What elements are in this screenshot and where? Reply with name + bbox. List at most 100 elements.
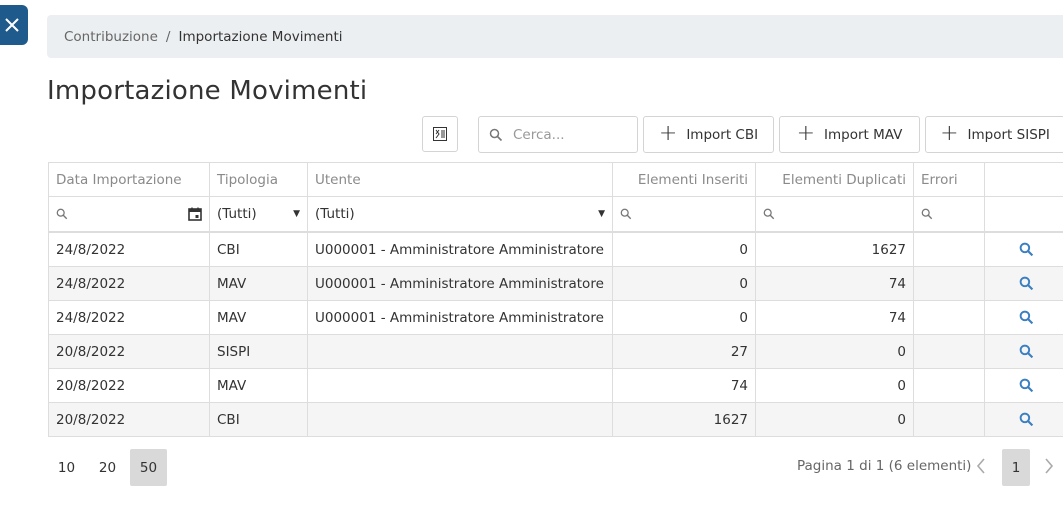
cell-errori (914, 403, 985, 436)
column-header-actions (985, 163, 1063, 196)
breadcrumb: Contribuzione / Importazione Movimenti (47, 15, 1063, 58)
column-header-errori[interactable]: Errori (914, 163, 985, 196)
pager-info: Pagina 1 di 1 (6 elementi) (797, 458, 972, 474)
column-header-tipologia[interactable]: Tipologia (210, 163, 308, 196)
row-detail-button[interactable] (985, 301, 1063, 334)
page-number-current[interactable]: 1 (1002, 449, 1030, 486)
prev-page-button[interactable] (973, 455, 989, 477)
chevron-left-icon (976, 458, 985, 474)
breadcrumb-parent[interactable]: Contribuzione (64, 29, 158, 45)
filter-utente-select[interactable]: (Tutti) ▼ (308, 197, 613, 231)
search-icon (1019, 242, 1034, 257)
row-detail-button[interactable] (985, 267, 1063, 300)
cell-duplicati: 0 (756, 369, 914, 402)
breadcrumb-current: Importazione Movimenti (178, 28, 343, 45)
filter-data[interactable] (49, 197, 210, 231)
cell-inseriti: 0 (613, 267, 756, 300)
cell-tipologia: SISPI (210, 335, 308, 368)
cell-data: 20/8/2022 (49, 335, 210, 368)
search-icon (620, 208, 632, 220)
cell-duplicati: 74 (756, 301, 914, 334)
filter-duplicati[interactable] (756, 197, 914, 231)
cell-errori (914, 335, 985, 368)
filter-errori[interactable] (914, 197, 985, 231)
import-sispi-label: Import SISPI (967, 126, 1050, 143)
cell-errori (914, 369, 985, 402)
plus-icon: + (658, 120, 678, 146)
filter-tipologia-value: (Tutti) (217, 206, 257, 222)
table-row[interactable]: 20/8/2022 MAV 74 0 (49, 369, 1063, 403)
column-header-inseriti[interactable]: Elementi Inseriti (613, 163, 756, 196)
cell-tipologia: CBI (210, 233, 308, 266)
cell-inseriti: 0 (613, 301, 756, 334)
cell-utente (308, 335, 613, 368)
cell-utente: U000001 - Amministratore Amministratore (308, 233, 613, 266)
cell-data: 24/8/2022 (49, 301, 210, 334)
search-icon (1019, 378, 1034, 393)
cell-data: 20/8/2022 (49, 403, 210, 436)
cell-utente (308, 369, 613, 402)
cell-tipologia: MAV (210, 301, 308, 334)
page-title: Importazione Movimenti (47, 76, 368, 106)
column-header-duplicati[interactable]: Elementi Duplicati (756, 163, 914, 196)
cell-errori (914, 233, 985, 266)
next-page-button[interactable] (1041, 455, 1057, 477)
page-size-20[interactable]: 20 (89, 449, 126, 486)
calendar-icon[interactable] (188, 207, 202, 221)
table-row[interactable]: 24/8/2022 CBI U000001 - Amministratore A… (49, 233, 1063, 267)
import-sispi-button[interactable]: + Import SISPI (925, 116, 1063, 153)
search-icon (56, 208, 68, 220)
import-cbi-button[interactable]: + Import CBI (643, 116, 774, 153)
cell-data: 24/8/2022 (49, 267, 210, 300)
filter-tipologia-select[interactable]: (Tutti) ▼ (210, 197, 308, 231)
chevron-right-icon (1045, 458, 1054, 474)
row-detail-button[interactable] (985, 403, 1063, 436)
imports-grid: Data Importazione Tipologia Utente Eleme… (48, 162, 1063, 437)
breadcrumb-separator: / (165, 28, 171, 45)
cell-errori (914, 301, 985, 334)
import-cbi-label: Import CBI (686, 126, 759, 143)
search-icon (489, 128, 503, 141)
cell-utente (308, 403, 613, 436)
column-header-data[interactable]: Data Importazione (49, 163, 210, 196)
cell-utente: U000001 - Amministratore Amministratore (308, 267, 613, 300)
row-detail-button[interactable] (985, 335, 1063, 368)
page-size-10[interactable]: 10 (48, 449, 85, 486)
page-size-50[interactable]: 50 (130, 449, 167, 486)
close-icon (5, 18, 19, 32)
excel-export-button[interactable] (422, 116, 458, 152)
close-button[interactable] (0, 5, 28, 45)
filter-utente-value: (Tutti) (315, 206, 355, 222)
search-input[interactable] (511, 125, 625, 144)
page-size-selector: 10 20 50 (48, 449, 167, 486)
cell-inseriti: 0 (613, 233, 756, 266)
cell-duplicati: 0 (756, 335, 914, 368)
caret-down-icon: ▼ (598, 209, 605, 219)
cell-inseriti: 1627 (613, 403, 756, 436)
cell-errori (914, 267, 985, 300)
row-detail-button[interactable] (985, 369, 1063, 402)
import-mav-button[interactable]: + Import MAV (779, 116, 920, 153)
search-icon (1019, 310, 1034, 325)
table-row[interactable]: 24/8/2022 MAV U000001 - Amministratore A… (49, 267, 1063, 301)
caret-down-icon: ▼ (293, 209, 300, 219)
cell-tipologia: CBI (210, 403, 308, 436)
cell-duplicati: 74 (756, 267, 914, 300)
cell-inseriti: 27 (613, 335, 756, 368)
search-icon (763, 208, 775, 220)
cell-duplicati: 0 (756, 403, 914, 436)
cell-duplicati: 1627 (756, 233, 914, 266)
column-header-utente[interactable]: Utente (308, 163, 613, 196)
search-icon (921, 208, 933, 220)
cell-data: 24/8/2022 (49, 233, 210, 266)
excel-export-icon (433, 127, 447, 141)
table-row[interactable]: 24/8/2022 MAV U000001 - Amministratore A… (49, 301, 1063, 335)
filter-inseriti[interactable] (613, 197, 756, 231)
table-row[interactable]: 20/8/2022 CBI 1627 0 (49, 403, 1063, 437)
table-row[interactable]: 20/8/2022 SISPI 27 0 (49, 335, 1063, 369)
search-icon (1019, 276, 1034, 291)
plus-icon: + (796, 120, 816, 146)
row-detail-button[interactable] (985, 233, 1063, 266)
search-icon (1019, 344, 1034, 359)
search-box[interactable] (478, 116, 638, 153)
